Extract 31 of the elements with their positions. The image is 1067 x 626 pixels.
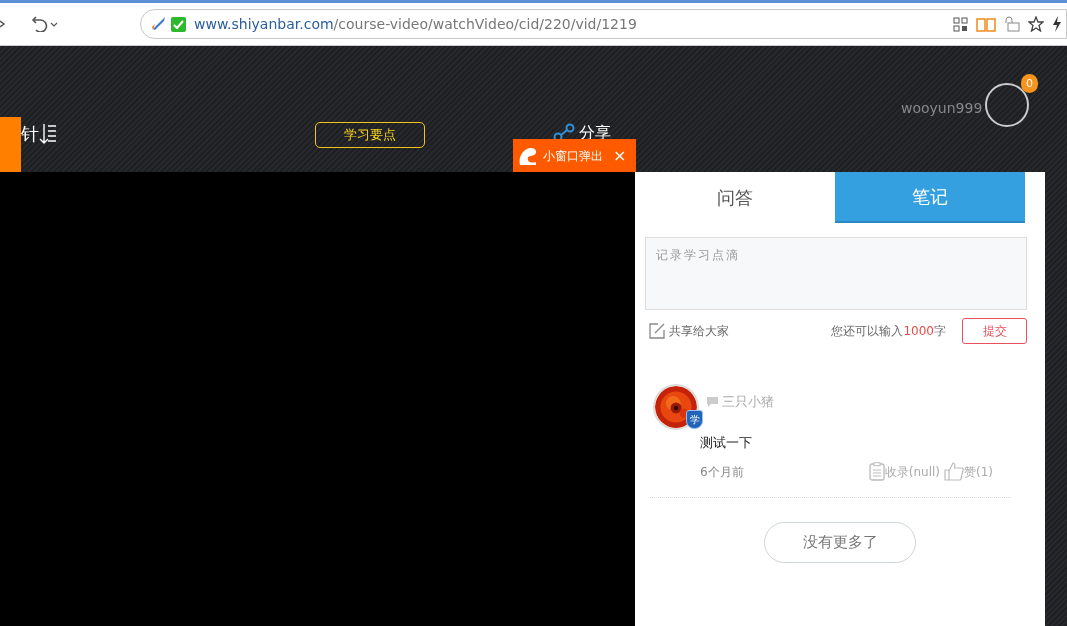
back-icon[interactable] xyxy=(0,19,6,29)
undo-icon[interactable] xyxy=(30,16,60,32)
key-points-button[interactable]: 学习要点 xyxy=(315,122,425,148)
comment-icon xyxy=(707,396,718,407)
tab[interactable]: 笔记 xyxy=(835,172,1025,223)
username[interactable]: wooyun999 xyxy=(901,98,983,119)
author-name[interactable]: 三只小猪 xyxy=(722,392,774,412)
no-more-button[interactable]: 没有更多了 xyxy=(764,522,916,563)
thumbs-up-icon[interactable] xyxy=(944,462,964,481)
list-icon[interactable] xyxy=(39,122,57,145)
remaining-hint: 您还可以输入1000字 xyxy=(831,323,946,340)
check-icon xyxy=(171,16,186,32)
share-icon[interactable] xyxy=(553,123,575,139)
share-option[interactable]: 共享给大家 xyxy=(669,322,729,340)
clipboard-icon[interactable] xyxy=(868,462,885,481)
close-button[interactable]: × xyxy=(613,147,627,164)
url-text[interactable]: www.shiyanbar.com/course-video/watchVideo/cid/220/vid/1219 xyxy=(194,13,637,35)
student-badge: 学 xyxy=(686,410,703,429)
lightning-icon[interactable] xyxy=(1052,16,1062,32)
like-link[interactable]: 赞(1) xyxy=(964,462,993,481)
note-text: 测试一下 xyxy=(700,434,752,452)
note-field[interactable]: 记录学习点滴 xyxy=(645,237,1027,310)
timestamp: 6个月前 xyxy=(700,463,744,481)
qr-code-icon[interactable] xyxy=(953,16,968,32)
popout-label[interactable]: 小窗口弹出 xyxy=(543,146,603,165)
submit-button[interactable]: 提交 xyxy=(962,318,1027,344)
share-out-icon[interactable] xyxy=(649,323,665,339)
menu-label[interactable]: 针 xyxy=(21,120,39,147)
notification-badge: 0 xyxy=(1021,74,1038,93)
star-icon[interactable] xyxy=(1028,16,1044,32)
collect-link[interactable]: 收录(null) xyxy=(884,462,940,481)
